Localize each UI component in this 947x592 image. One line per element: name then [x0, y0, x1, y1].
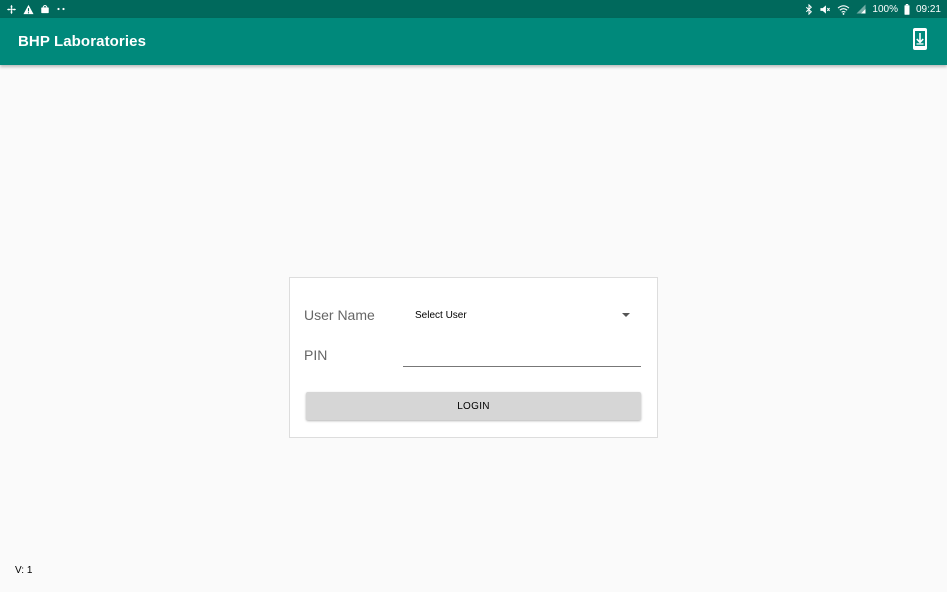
app-bar: BHP Laboratories [0, 18, 947, 65]
pin-label: PIN [304, 347, 328, 363]
app-title: BHP Laboratories [18, 33, 147, 50]
pin-input[interactable] [403, 340, 641, 367]
signal-icon [856, 4, 866, 14]
login-card: User Name Select User PIN LOGIN [289, 277, 658, 438]
status-bar: 100% 09:21 [0, 0, 947, 18]
warning-icon [23, 4, 34, 15]
dropdown-caret-icon [622, 313, 630, 317]
user-select-dropdown[interactable]: Select User [405, 300, 635, 330]
login-button[interactable]: LOGIN [306, 392, 641, 420]
bag-icon [40, 4, 50, 14]
user-select-value: Select User [415, 309, 467, 321]
status-right-icons: 100% 09:21 [805, 3, 941, 15]
battery-text: 100% [872, 3, 898, 15]
fan-icon [6, 4, 17, 15]
status-time: 09:21 [915, 3, 941, 15]
version-label: V: 1 [15, 565, 33, 576]
mute-icon [819, 4, 831, 15]
username-label: User Name [304, 307, 375, 323]
wifi-icon [837, 4, 850, 15]
status-left-icons [6, 4, 66, 15]
dots-icon [56, 6, 66, 12]
battery-icon [904, 3, 910, 15]
bluetooth-icon [805, 3, 813, 15]
download-icon [912, 27, 928, 56]
download-button[interactable] [905, 27, 935, 57]
